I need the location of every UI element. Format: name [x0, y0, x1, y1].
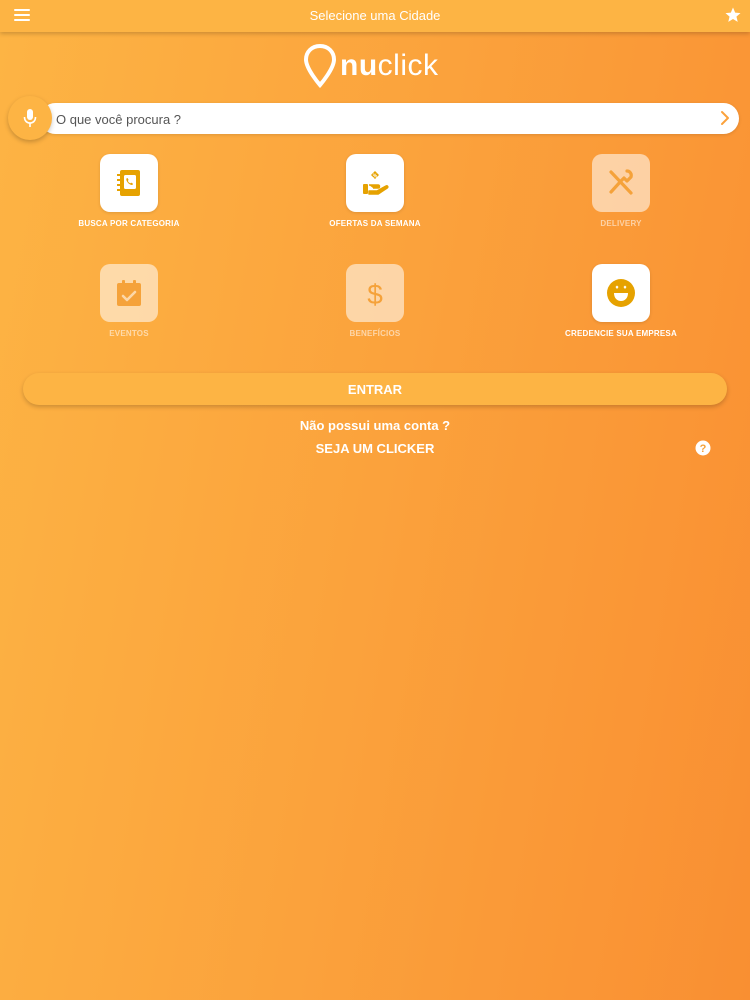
search-area [8, 96, 739, 140]
tile-box [592, 264, 650, 322]
search-bar [40, 103, 739, 136]
tile-label: CREDENCIE SUA EMPRESA [565, 329, 677, 338]
chevron-right-icon[interactable] [717, 110, 733, 126]
logo-text-light: click [377, 49, 439, 82]
location-pin-icon [304, 44, 336, 88]
logo-text-bold: nu [340, 49, 378, 82]
dollar-icon: $ [367, 279, 383, 309]
svg-text:$: $ [367, 279, 383, 309]
tile-beneficios[interactable]: $ BENEFÍCIOS [285, 264, 465, 338]
offer-hand-icon: % [363, 171, 389, 195]
no-account-text: Não possui uma conta ? [299, 418, 451, 433]
tile-ofertas-da-semana[interactable]: % OFERTAS DA SEMANA [285, 154, 465, 228]
tile-box [100, 264, 158, 322]
city-selector[interactable]: Selecione uma Cidade [0, 8, 750, 23]
help-icon[interactable]: ? [695, 440, 711, 456]
tile-label: DELIVERY [600, 219, 642, 228]
tile-delivery[interactable]: DELIVERY [531, 154, 711, 228]
svg-text:?: ? [700, 443, 707, 455]
top-bar: Selecione uma Cidade [0, 0, 750, 32]
signup-link[interactable]: SEJA UM CLICKER [0, 441, 750, 456]
calendar-icon [117, 280, 141, 306]
logo-wordmark: nuclick [340, 49, 439, 83]
delivery-utensils-icon [609, 169, 633, 195]
tile-label: BUSCA POR CATEGORIA [78, 219, 180, 228]
smiley-icon [607, 279, 635, 307]
tile-box: $ [346, 264, 404, 322]
enter-button[interactable]: ENTRAR [23, 373, 727, 405]
tile-label: EVENTOS [109, 329, 149, 338]
tile-box: % [346, 154, 404, 212]
svg-text:%: % [373, 174, 378, 180]
tile-box [592, 154, 650, 212]
tile-label: BENEFÍCIOS [349, 329, 401, 338]
star-icon[interactable] [724, 6, 742, 24]
tile-credencie-sua-empresa[interactable]: CREDENCIE SUA EMPRESA [531, 264, 711, 338]
nuclick-logo: nuclick [304, 44, 439, 88]
tile-busca-por-categoria[interactable]: BUSCA POR CATEGORIA [39, 154, 219, 228]
tile-eventos[interactable]: EVENTOS [39, 264, 219, 338]
tile-box [100, 154, 158, 212]
agenda-icon [117, 170, 140, 196]
microphone-icon [23, 109, 37, 127]
voice-search-button[interactable] [8, 96, 52, 140]
search-input[interactable] [54, 103, 708, 136]
tile-label: OFERTAS DA SEMANA [329, 219, 421, 228]
